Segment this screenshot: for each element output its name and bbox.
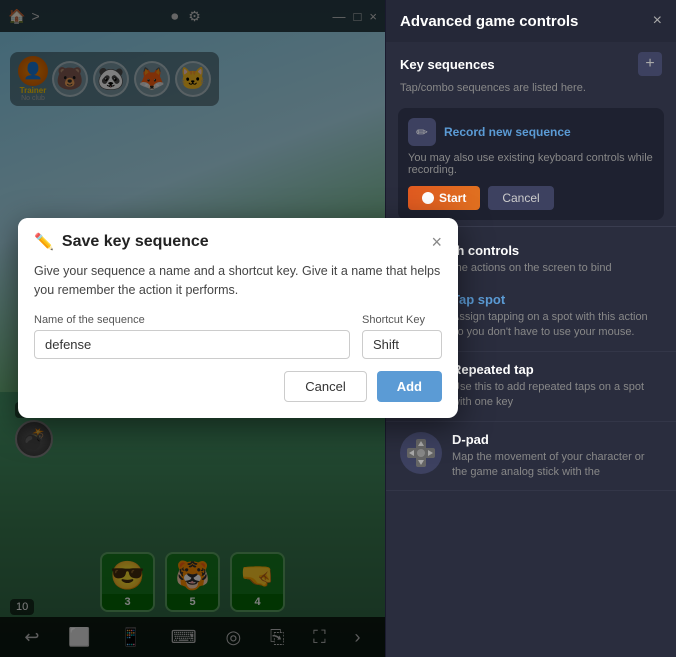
tap-spot-info: Tap spot Assign tapping on a spot with t… (452, 292, 662, 341)
panel-close-icon[interactable]: × (653, 12, 662, 30)
panel-title: Advanced game controls (400, 13, 578, 30)
modal-close-icon[interactable]: × (431, 233, 442, 251)
dpad-svg (407, 439, 435, 467)
record-box: ✏ Record new sequence You may also use e… (398, 108, 664, 220)
dpad-name: D-pad (452, 432, 662, 447)
cancel-record-button[interactable]: Cancel (488, 186, 553, 210)
name-label: Name of the sequence (34, 314, 350, 326)
modal-add-button[interactable]: Add (377, 371, 442, 402)
modal-body: Give your sequence a name and a shortcut… (18, 262, 458, 418)
name-form-group: Name of the sequence (34, 314, 350, 359)
modal-desc: Give your sequence a name and a shortcut… (34, 262, 442, 300)
tap-spot-name: Tap spot (452, 292, 662, 307)
shortcut-label: Shortcut Key (362, 314, 442, 326)
shortcut-form-group: Shortcut Key (362, 314, 442, 359)
key-sequences-title: Key sequences (400, 57, 495, 72)
modal-cancel-button[interactable]: Cancel (284, 371, 366, 402)
dpad-info: D-pad Map the movement of your character… (452, 432, 662, 481)
key-sequences-header: Key sequences + (386, 42, 676, 82)
record-pencil-icon: ✏ (408, 118, 436, 146)
add-sequence-button[interactable]: + (638, 52, 662, 76)
dpad-item: D-pad Map the movement of your character… (386, 422, 676, 492)
modal-header: ✏️ Save key sequence × (18, 218, 458, 262)
record-buttons: Start Cancel (408, 186, 654, 210)
modal-title-text: Save key sequence (62, 233, 209, 251)
repeated-tap-info: Repeated tap Use this to add repeated ta… (452, 362, 662, 411)
name-input[interactable] (34, 330, 350, 359)
tap-spot-desc: Assign tapping on a spot with this actio… (452, 310, 662, 341)
record-box-header: ✏ Record new sequence (408, 118, 654, 146)
modal-title-icon: ✏️ (34, 232, 54, 252)
start-button[interactable]: Start (408, 186, 480, 210)
save-key-sequence-modal: ✏️ Save key sequence × Give your sequenc… (18, 218, 458, 418)
key-sequences-desc: Tap/combo sequences are listed here. (386, 82, 676, 102)
modal-form: Name of the sequence Shortcut Key (34, 314, 442, 359)
shortcut-input[interactable] (362, 330, 442, 359)
record-title: Record new sequence (444, 125, 571, 139)
record-desc: You may also use existing keyboard contr… (408, 152, 654, 176)
modal-actions: Cancel Add (34, 371, 442, 402)
panel-header: Advanced game controls × (386, 0, 676, 42)
modal-title: ✏️ Save key sequence (34, 232, 209, 252)
repeated-tap-name: Repeated tap (452, 362, 662, 377)
repeated-tap-desc: Use this to add repeated taps on a spot … (452, 380, 662, 411)
dpad-desc: Map the movement of your character or th… (452, 450, 662, 481)
dpad-icon (400, 432, 442, 474)
